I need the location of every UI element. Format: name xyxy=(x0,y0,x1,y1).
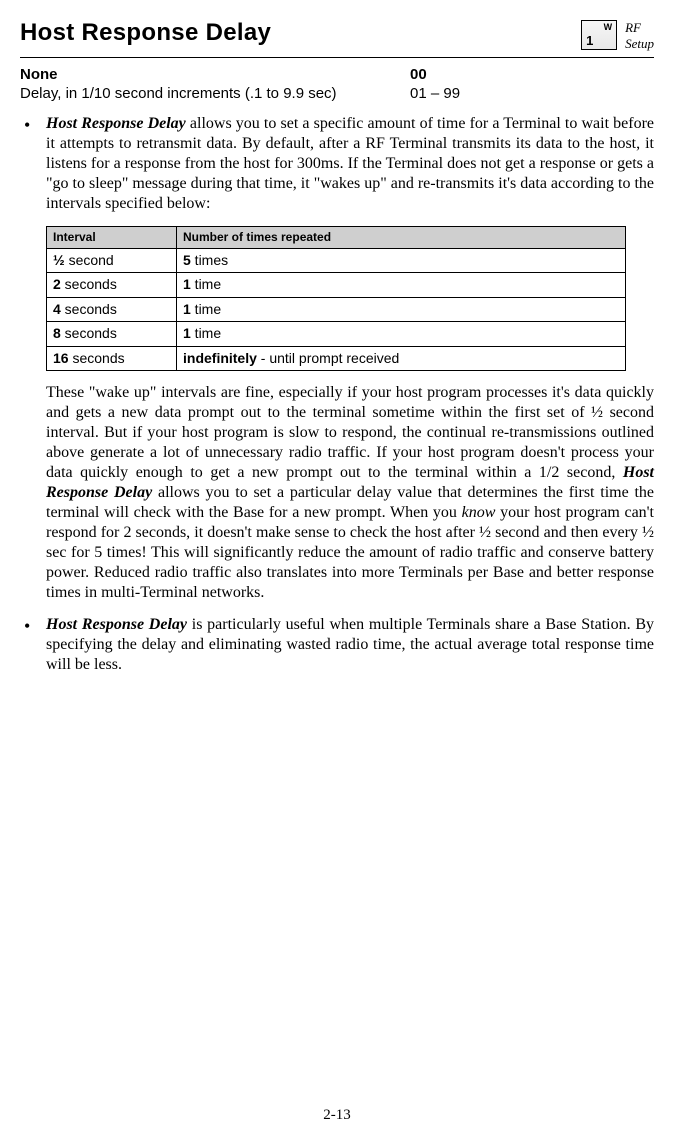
interval-cell: 8 seconds xyxy=(47,322,177,347)
table-row: 16 secondsindefinitely - until prompt re… xyxy=(47,346,626,371)
bullet-item: Host Response Delay is particularly usef… xyxy=(20,615,654,675)
bullet-list: Host Response Delay allows you to set a … xyxy=(20,114,654,214)
header-meta-line2: Setup xyxy=(625,36,654,52)
bullet-paragraph: Host Response Delay is particularly usef… xyxy=(46,615,654,675)
interval-rest: seconds xyxy=(69,350,125,366)
bullet-list-2: Host Response Delay is particularly usef… xyxy=(20,615,654,675)
repeated-bold: 1 xyxy=(183,276,191,292)
settings-list: None 00 Delay, in 1/10 second increments… xyxy=(20,66,654,104)
page-header: Host Response Delay W 1 RF Setup xyxy=(20,18,654,58)
lead-term: Host Response Delay xyxy=(46,616,187,633)
repeated-rest: - until prompt received xyxy=(257,350,399,366)
header-right: W 1 RF Setup xyxy=(581,20,654,51)
interval-cell: 2 seconds xyxy=(47,273,177,298)
key-bottom-label: 1 xyxy=(586,34,593,47)
table-row: 2 seconds1 time xyxy=(47,273,626,298)
interval-cell: ½ second xyxy=(47,248,177,273)
repeated-cell: 1 time xyxy=(177,273,626,298)
interval-bold: ½ xyxy=(53,252,65,268)
after-know: know xyxy=(462,504,496,521)
repeated-cell: 1 time xyxy=(177,322,626,347)
bullet-paragraph: Host Response Delay allows you to set a … xyxy=(46,114,654,214)
repeated-cell: indefinitely - until prompt received xyxy=(177,346,626,371)
interval-rest: seconds xyxy=(61,301,117,317)
repeated-rest: time xyxy=(191,325,221,341)
bullet-item: Host Response Delay allows you to set a … xyxy=(20,114,654,214)
header-meta: RF Setup xyxy=(625,20,654,51)
interval-bold: 16 xyxy=(53,350,69,366)
repeated-bold: 5 xyxy=(183,252,191,268)
page-number: 2-13 xyxy=(0,1106,674,1125)
key-top-label: W xyxy=(604,22,613,33)
table-header-interval: Interval xyxy=(47,226,177,248)
repeated-cell: 1 time xyxy=(177,297,626,322)
interval-bold: 4 xyxy=(53,301,61,317)
interval-rest: second xyxy=(65,252,114,268)
settings-value: 00 xyxy=(410,66,654,85)
after-text-1: These "wake up" intervals are fine, espe… xyxy=(46,384,654,481)
interval-rest: seconds xyxy=(61,325,117,341)
repeated-rest: time xyxy=(191,276,221,292)
page-title: Host Response Delay xyxy=(20,18,271,48)
interval-cell: 16 seconds xyxy=(47,346,177,371)
settings-row: Delay, in 1/10 second increments (.1 to … xyxy=(20,85,654,104)
keypad-key-icon: W 1 xyxy=(581,20,617,50)
settings-row: None 00 xyxy=(20,66,654,85)
interval-table: Interval Number of times repeated ½ seco… xyxy=(46,226,626,372)
settings-label: None xyxy=(20,66,410,85)
lead-term: Host Response Delay xyxy=(46,115,186,132)
settings-value: 01 – 99 xyxy=(410,85,654,104)
interval-cell: 4 seconds xyxy=(47,297,177,322)
table-row: 4 seconds1 time xyxy=(47,297,626,322)
table-row: ½ second5 times xyxy=(47,248,626,273)
interval-rest: seconds xyxy=(61,276,117,292)
repeated-bold: indefinitely xyxy=(183,350,257,366)
table-header-row: Interval Number of times repeated xyxy=(47,226,626,248)
header-meta-line1: RF xyxy=(625,20,654,36)
repeated-cell: 5 times xyxy=(177,248,626,273)
repeated-rest: time xyxy=(191,301,221,317)
repeated-bold: 1 xyxy=(183,301,191,317)
after-table-paragraph: These "wake up" intervals are fine, espe… xyxy=(20,383,654,603)
settings-label: Delay, in 1/10 second increments (.1 to … xyxy=(20,85,410,104)
repeated-bold: 1 xyxy=(183,325,191,341)
table-header-repeated: Number of times repeated xyxy=(177,226,626,248)
interval-bold: 8 xyxy=(53,325,61,341)
repeated-rest: times xyxy=(191,252,228,268)
table-row: 8 seconds1 time xyxy=(47,322,626,347)
interval-bold: 2 xyxy=(53,276,61,292)
